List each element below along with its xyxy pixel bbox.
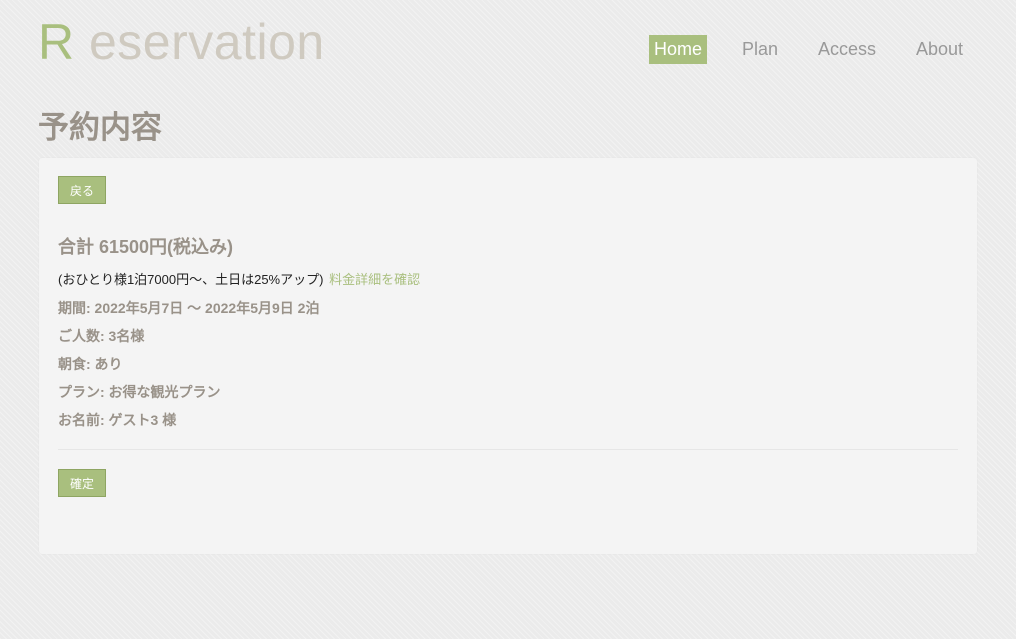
reservation-panel: 戻る 合計 61500円(税込み) (おひとり様1泊7000円～、土日は25%ア…: [39, 158, 977, 554]
logo-initial: R: [38, 14, 75, 70]
price-note-text: (おひとり様1泊7000円～、土日は25%アップ): [58, 272, 324, 287]
page-title: 予約内容: [38, 110, 162, 145]
plan-name: プラン: お得な観光プラン: [58, 384, 221, 400]
guest-count: ご人数: 3名様: [58, 328, 145, 344]
nav-home[interactable]: Home: [649, 35, 708, 64]
nav-access[interactable]: Access: [818, 35, 876, 64]
logo-text: eservation: [74, 14, 325, 70]
nav-plan[interactable]: Plan: [742, 35, 778, 64]
confirm-button[interactable]: 確定: [58, 469, 106, 497]
guest-name: お名前: ゲスト3 様: [58, 412, 177, 428]
back-button[interactable]: 戻る: [58, 176, 106, 204]
site-logo[interactable]: R eservation: [38, 12, 325, 72]
nav-about[interactable]: About: [916, 35, 963, 64]
divider: [58, 449, 958, 450]
total-price: 合計 61500円(税込み): [58, 237, 234, 257]
price-detail-link[interactable]: 料金詳細を確認: [329, 272, 420, 287]
stay-period: 期間: 2022年5月7日 〜 2022年5月9日 2泊: [58, 300, 320, 316]
price-note: (おひとり様1泊7000円～、土日は25%アップ) 料金詳細を確認: [58, 271, 420, 289]
breakfast-option: 朝食: あり: [58, 356, 123, 372]
